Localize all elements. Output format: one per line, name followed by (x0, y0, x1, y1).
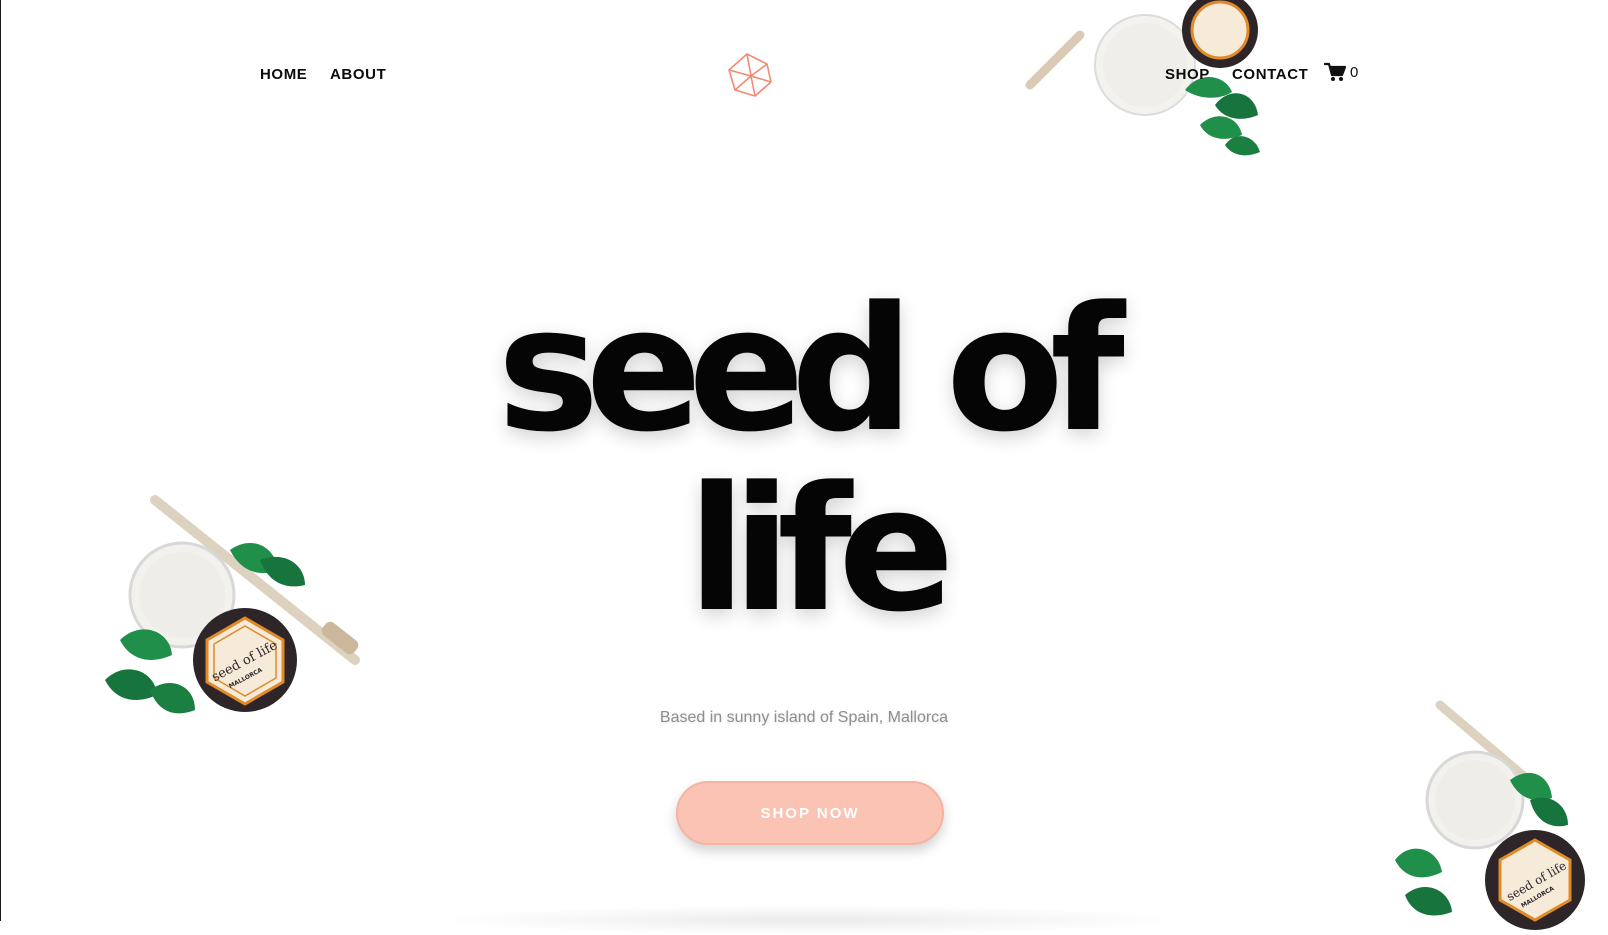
nav-home-link[interactable]: HOME (260, 66, 307, 83)
decor-product-bottom-right: seed of life MALLORCA (1395, 700, 1585, 930)
nav-shop-link[interactable]: SHOP (1165, 66, 1210, 83)
hero-title: seed of life (0, 280, 1608, 640)
section-divider-shadow (430, 905, 1190, 935)
shop-now-button[interactable]: SHOP NOW (676, 781, 944, 845)
nav-contact-link[interactable]: CONTACT (1232, 66, 1308, 83)
shopping-cart-icon (1324, 62, 1346, 81)
geometric-crystal-logo-icon[interactable] (727, 52, 773, 98)
hero-title-line-1: seed of (497, 269, 1125, 470)
cart-count: 0 (1350, 63, 1359, 81)
nav-about-link[interactable]: ABOUT (330, 66, 386, 83)
decor-product-top-right (1025, 0, 1260, 156)
hero-title-line-2: life (687, 449, 954, 650)
hero-tagline: Based in sunny island of Spain, Mallorca (659, 709, 949, 726)
cart-button[interactable]: 0 (1324, 62, 1358, 82)
